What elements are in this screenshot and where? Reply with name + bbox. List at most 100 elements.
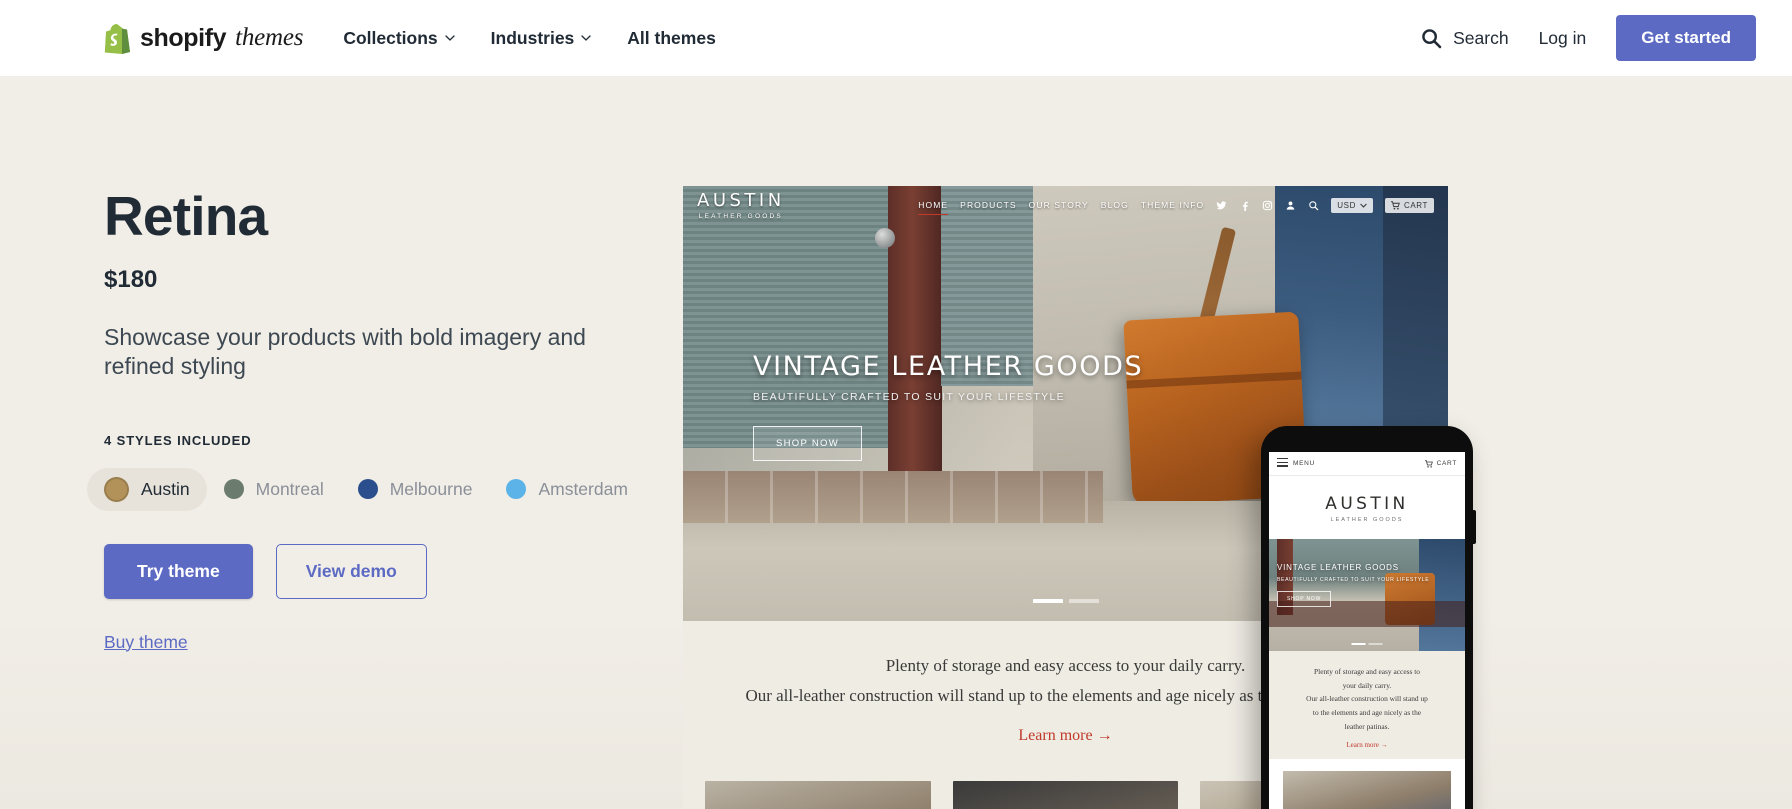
- get-started-button[interactable]: Get started: [1616, 15, 1756, 61]
- hero-bg-bricks: [683, 471, 1103, 523]
- phone-hero-subheading: BEAUTIFULLY CRAFTED TO SUIT YOUR LIFESTY…: [1277, 577, 1430, 583]
- brand-sub: themes: [235, 24, 304, 51]
- preview-product-tile[interactable]: [705, 780, 931, 809]
- preview-store-logo-name: AUSTIN: [697, 190, 785, 211]
- cart-icon: [1424, 459, 1433, 468]
- preview-nav-our-story[interactable]: OUR STORY: [1029, 200, 1089, 210]
- phone-body-line-3: Our all-leather construction will stand …: [1306, 694, 1428, 704]
- phone-store-logo-sub: LEATHER GOODS: [1330, 517, 1404, 523]
- buy-theme-link[interactable]: Buy theme: [104, 632, 188, 653]
- page-title: Retina: [104, 185, 268, 247]
- preview-nav-home[interactable]: HOME: [918, 200, 949, 215]
- phone-hero: VINTAGE LEATHER GOODS BEAUTIFULLY CRAFTE…: [1269, 539, 1465, 651]
- preview-carousel-dots[interactable]: [1032, 599, 1099, 603]
- style-swatch-row: Austin Montreal Melbourne Amsterdam: [87, 467, 683, 511]
- style-swatch-melbourne[interactable]: Melbourne: [341, 470, 490, 509]
- phone-store-logo[interactable]: AUSTIN LEATHER GOODS: [1269, 476, 1465, 539]
- search-button[interactable]: Search: [1421, 27, 1509, 49]
- theme-description: Showcase your products with bold imagery…: [104, 323, 586, 380]
- twitter-icon[interactable]: [1216, 200, 1227, 211]
- style-swatch-austin[interactable]: Austin: [87, 467, 207, 511]
- preview-nav-blog[interactable]: BLOG: [1101, 200, 1129, 210]
- phone-store-nav: MENU CART: [1269, 452, 1465, 476]
- phone-body-line-5: leather patinas.: [1344, 721, 1390, 731]
- phone-body-line-4: to the elements and age nicely as the: [1312, 708, 1422, 718]
- view-demo-button[interactable]: View demo: [275, 543, 427, 599]
- nav-label-collections: Collections: [343, 27, 438, 48]
- header-right-group: Search Log in Get started: [1421, 15, 1756, 61]
- phone-body: Plenty of storage and easy access to you…: [1269, 651, 1465, 760]
- theme-preview-area: AUSTIN LEATHER GOODS HOME PRODUCTS OUR S…: [683, 186, 1792, 809]
- carousel-dot-1[interactable]: [1351, 643, 1366, 645]
- preview-store-nav: AUSTIN LEATHER GOODS HOME PRODUCTS OUR S…: [683, 186, 1448, 224]
- nav-label-industries: Industries: [490, 27, 575, 48]
- currency-selector[interactable]: USD: [1331, 197, 1373, 213]
- shopify-themes-logo[interactable]: shopify themes: [104, 23, 304, 54]
- cta-button-row: Try theme View demo: [104, 543, 683, 599]
- nav-item-industries[interactable]: Industries: [491, 28, 592, 49]
- instagram-icon[interactable]: [1262, 200, 1273, 211]
- preview-shop-now-button[interactable]: SHOP NOW: [753, 426, 863, 461]
- hero-bg-door-knob: [875, 228, 895, 248]
- styles-included-label: 4 STYLES INCLUDED: [104, 432, 252, 448]
- style-color-dot: [223, 479, 244, 500]
- facebook-icon[interactable]: [1239, 200, 1250, 211]
- phone-body-line-2: your daily carry.: [1342, 680, 1392, 690]
- chevron-down-icon: [581, 35, 591, 41]
- currency-label: USD: [1337, 200, 1356, 210]
- cart-label: CART: [1403, 200, 1428, 210]
- style-swatch-amsterdam[interactable]: Amsterdam: [489, 470, 644, 509]
- style-color-dot: [357, 479, 378, 500]
- nav-item-collections[interactable]: Collections: [343, 27, 455, 49]
- phone-menu-label: MENU: [1293, 460, 1315, 467]
- brand-word: shopify: [140, 23, 227, 52]
- theme-price: $180: [104, 265, 158, 293]
- mobile-preview-mockup[interactable]: MENU CART AUSTIN LEATHER GOODS VINTAGE L…: [1261, 426, 1476, 809]
- style-color-dot: [104, 476, 129, 502]
- phone-product-tile[interactable]: [1283, 771, 1451, 809]
- phone-hero-copy: VINTAGE LEATHER GOODS BEAUTIFULLY CRAFTE…: [1277, 563, 1430, 608]
- phone-learn-more-link[interactable]: Learn more →: [1283, 741, 1451, 749]
- theme-detail-page: Retina $180 Showcase your products with …: [0, 76, 1792, 809]
- carousel-dot-2[interactable]: [1068, 599, 1099, 603]
- style-swatch-label: Amsterdam: [538, 478, 628, 499]
- hamburger-icon: [1277, 457, 1288, 469]
- nav-item-all-themes[interactable]: All themes: [627, 28, 716, 49]
- preview-hero-subheading: BEAUTIFULLY CRAFTED TO SUIT YOUR LIFESTY…: [753, 391, 1065, 403]
- cart-button[interactable]: CART: [1384, 197, 1434, 213]
- carousel-dot-1[interactable]: [1032, 599, 1063, 603]
- search-icon[interactable]: [1308, 200, 1319, 211]
- phone-hero-heading: VINTAGE LEATHER GOODS: [1277, 563, 1399, 572]
- account-icon[interactable]: [1285, 200, 1296, 211]
- style-swatch-label: Austin: [141, 478, 190, 499]
- style-swatch-montreal[interactable]: Montreal: [207, 470, 341, 509]
- phone-body-line-1: Plenty of storage and easy access to: [1314, 667, 1420, 676]
- preview-store-logo-sub: LEATHER GOODS: [698, 213, 783, 220]
- nav-label-all-themes: All themes: [627, 27, 716, 48]
- preview-product-tile[interactable]: [952, 780, 1179, 809]
- phone-menu-button[interactable]: MENU: [1277, 457, 1315, 469]
- site-header: shopify themes Collections Industries Al…: [0, 0, 1792, 76]
- search-icon: [1422, 28, 1442, 48]
- phone-screen: MENU CART AUSTIN LEATHER GOODS VINTAGE L…: [1269, 452, 1465, 809]
- style-swatch-label: Melbourne: [389, 478, 473, 499]
- preview-hero-heading: VINTAGE LEATHER GOODS: [753, 351, 1144, 382]
- phone-store-logo-name: AUSTIN: [1325, 494, 1409, 514]
- shopify-bag-icon: [104, 23, 131, 54]
- preview-store-logo[interactable]: AUSTIN LEATHER GOODS: [697, 190, 785, 220]
- search-label: Search: [1453, 27, 1509, 48]
- theme-info-column: Retina $180 Showcase your products with …: [0, 76, 683, 809]
- preview-nav-products[interactable]: PRODUCTS: [960, 200, 1017, 210]
- style-swatch-label: Montreal: [255, 478, 324, 499]
- cart-icon: [1390, 200, 1400, 210]
- try-theme-button[interactable]: Try theme: [104, 543, 253, 599]
- phone-cart-label: CART: [1436, 460, 1457, 467]
- preview-hero-copy: VINTAGE LEATHER GOODS BEAUTIFULLY CRAFTE…: [753, 351, 1143, 461]
- login-link[interactable]: Log in: [1539, 28, 1587, 49]
- preview-nav-theme-info[interactable]: THEME INFO: [1141, 200, 1204, 210]
- carousel-dot-2[interactable]: [1368, 643, 1383, 645]
- chevron-down-icon: [445, 35, 455, 41]
- phone-cart-button[interactable]: CART: [1424, 459, 1457, 468]
- phone-carousel-dots[interactable]: [1351, 643, 1383, 645]
- phone-shop-now-button[interactable]: SHOP NOW: [1277, 591, 1332, 608]
